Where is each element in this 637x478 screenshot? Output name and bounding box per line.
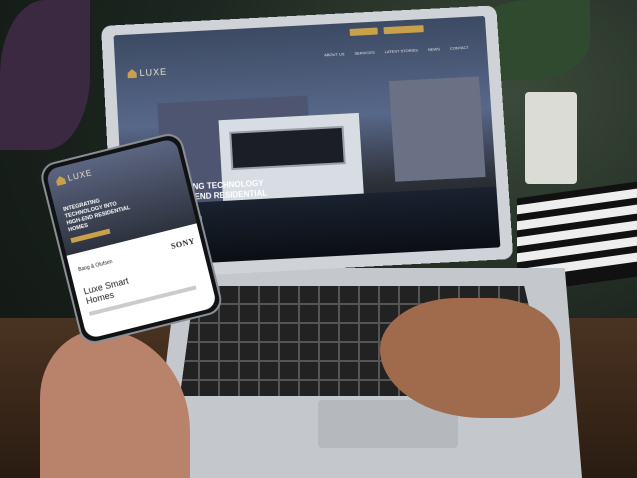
plant-pot: [525, 92, 577, 184]
nav-item[interactable]: CONTACT: [450, 45, 469, 51]
plant-leaves: [0, 0, 90, 150]
nav-cta-button[interactable]: [349, 27, 378, 36]
house-image: [388, 76, 486, 182]
house-logo-icon: [127, 69, 136, 78]
nav-item[interactable]: SERVICES: [354, 50, 374, 56]
site-logo[interactable]: LUXE: [127, 67, 167, 79]
photo-scene: LUXE ABOUT US SERVICES LATEST STORIES NE…: [0, 0, 637, 478]
partner-logo: Bang & Olufsen: [77, 258, 114, 273]
logo-text: LUXE: [139, 66, 168, 79]
sony-logo: SONY: [170, 236, 196, 252]
nav-item[interactable]: ABOUT US: [324, 51, 345, 57]
nav-item[interactable]: NEWS: [428, 46, 440, 52]
